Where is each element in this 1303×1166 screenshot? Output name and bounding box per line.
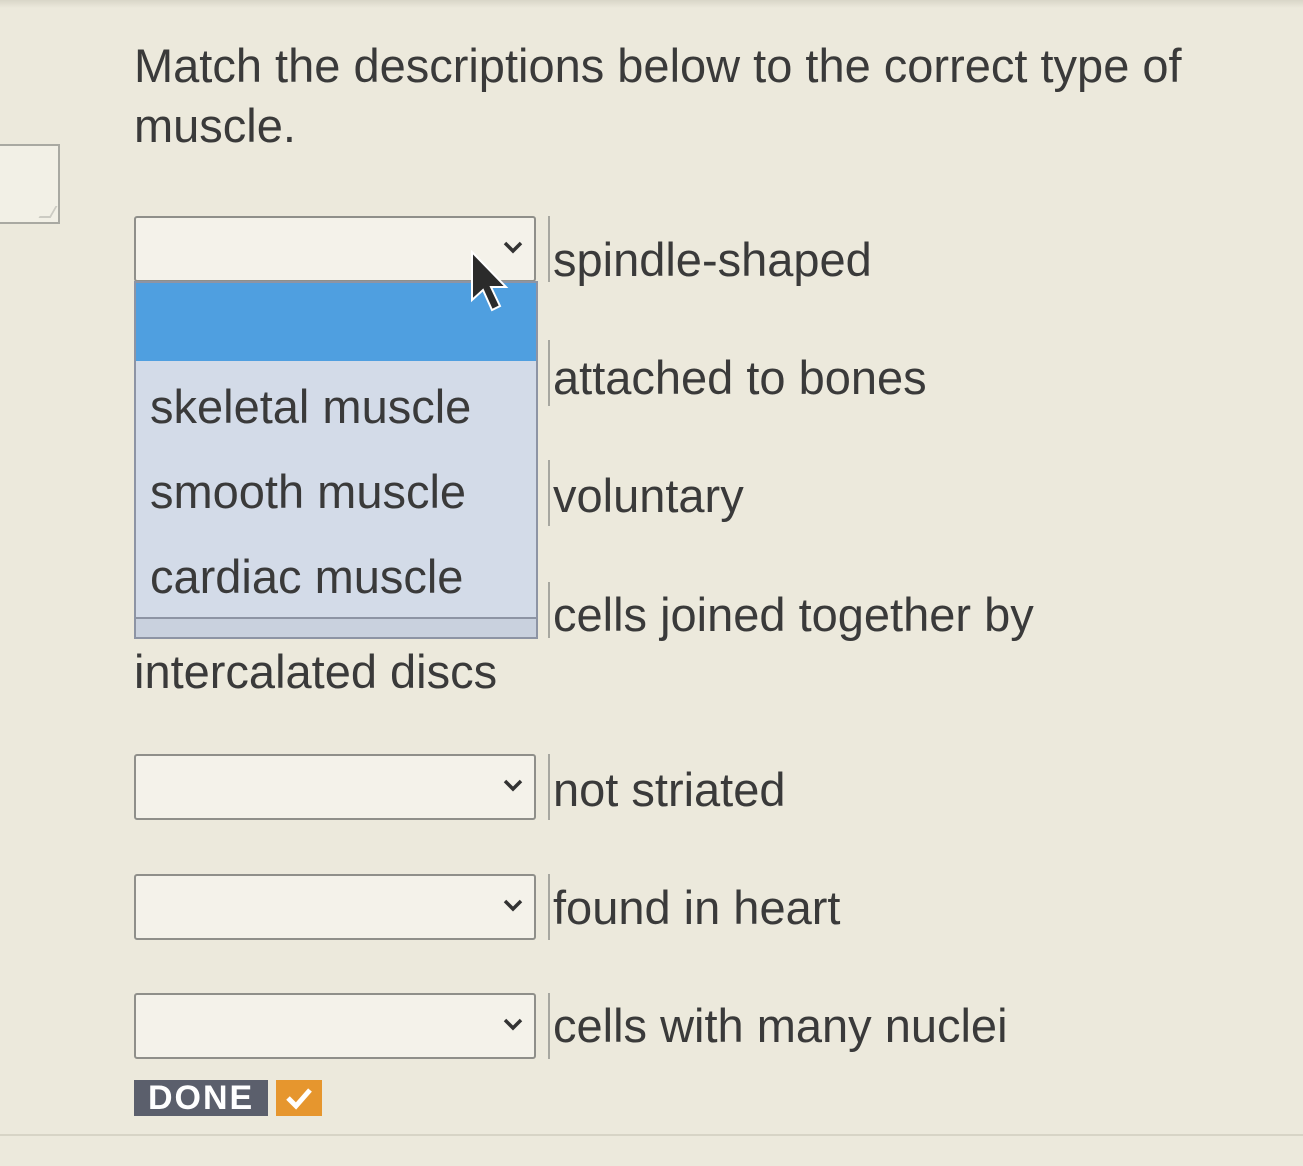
dropdown-bottom-edge xyxy=(136,617,536,637)
resize-grip-icon[interactable] xyxy=(38,206,58,218)
chevron-down-icon xyxy=(503,1018,523,1031)
row-divider xyxy=(548,216,550,282)
row-divider xyxy=(548,754,550,820)
done-button[interactable]: DONE xyxy=(134,1080,323,1116)
description-row-5: not striated xyxy=(553,763,786,816)
description-row-2: attached to bones xyxy=(553,351,927,404)
description-row-4-line-2: intercalated discs xyxy=(134,645,498,698)
side-textarea[interactable] xyxy=(0,144,60,224)
select-row-7[interactable] xyxy=(134,993,536,1059)
row-divider xyxy=(548,993,550,1059)
dropdown-list[interactable]: skeletal muscle smooth muscle cardiac mu… xyxy=(134,281,538,639)
select-row-5[interactable] xyxy=(134,754,536,820)
bottom-rule xyxy=(0,1134,1303,1136)
dropdown-option-cardiac[interactable]: cardiac muscle xyxy=(150,549,463,605)
chevron-down-icon xyxy=(503,779,523,792)
chevron-down-icon xyxy=(503,899,523,912)
description-row-6: found in heart xyxy=(553,881,841,934)
description-row-7: cells with many nuclei xyxy=(553,999,1008,1052)
mouse-cursor-icon xyxy=(471,250,509,312)
dropdown-option-smooth[interactable]: smooth muscle xyxy=(150,464,466,520)
description-row-3: voluntary xyxy=(553,469,744,522)
top-edge xyxy=(0,0,1303,8)
row-divider xyxy=(548,582,550,638)
description-row-4-line-1: cells joined together by xyxy=(553,588,1034,641)
row-divider xyxy=(548,874,550,940)
select-row-6[interactable] xyxy=(134,874,536,940)
done-button-label: DONE xyxy=(134,1080,269,1116)
row-divider xyxy=(548,340,550,406)
question-prompt: Match the descriptions below to the corr… xyxy=(134,39,1182,152)
description-row-1: spindle-shaped xyxy=(553,233,872,286)
dropdown-option-skeletal[interactable]: skeletal muscle xyxy=(150,379,471,435)
checkmark-icon xyxy=(276,1080,323,1116)
row-divider xyxy=(548,460,550,526)
